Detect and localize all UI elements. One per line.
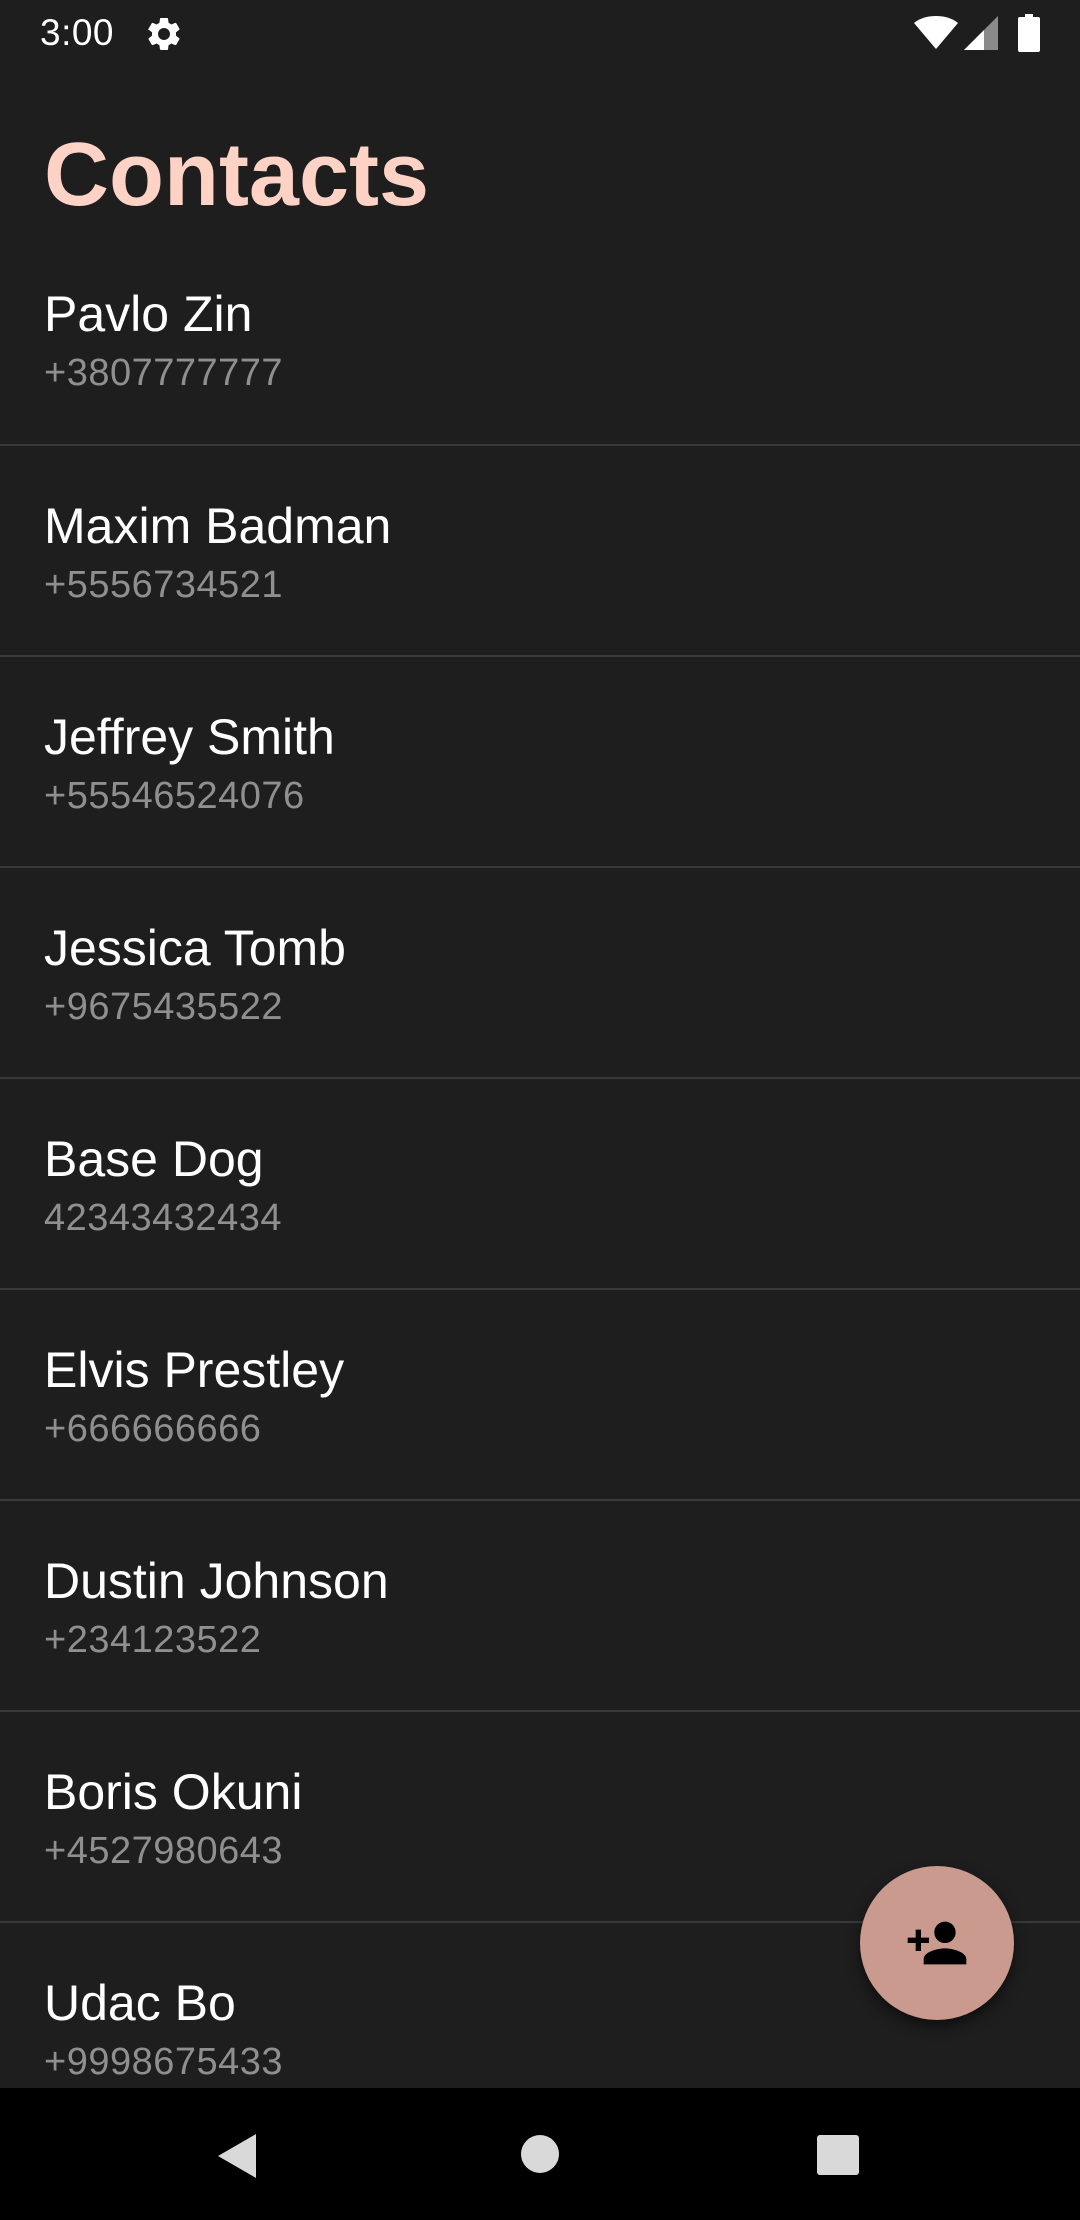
- contact-row[interactable]: Base Dog 42343432434: [0, 1079, 1080, 1290]
- contact-phone: +5556734521: [44, 564, 284, 606]
- contact-phone: +9998675433: [44, 2041, 284, 2083]
- add-contact-button[interactable]: [860, 1866, 1014, 2020]
- contact-phone: +234123522: [44, 1619, 262, 1661]
- contact-phone: +55546524076: [44, 775, 305, 817]
- contact-row[interactable]: Pavlo Zin +3807777777: [0, 270, 1080, 446]
- contact-name: Udac Bo: [44, 1975, 236, 2031]
- contact-phone: +666666666: [44, 1408, 262, 1450]
- contact-name: Maxim Badman: [44, 498, 392, 554]
- home-icon[interactable]: [520, 2134, 560, 2174]
- back-icon[interactable]: [216, 2132, 260, 2180]
- gear-icon: [144, 14, 184, 54]
- add-person-icon: [907, 1921, 967, 1965]
- contact-phone: +4527980643: [44, 1830, 284, 1872]
- contact-name: Elvis Prestley: [44, 1342, 345, 1398]
- contact-name: Jeffrey Smith: [44, 709, 335, 765]
- contact-row[interactable]: Jeffrey Smith +55546524076: [0, 657, 1080, 868]
- contact-phone: 42343432434: [44, 1197, 282, 1239]
- contact-row[interactable]: Dustin Johnson +234123522: [0, 1501, 1080, 1712]
- contact-phone: +9675435522: [44, 986, 284, 1028]
- status-time: 3:00: [40, 12, 115, 53]
- contact-row[interactable]: Jessica Tomb +9675435522: [0, 868, 1080, 1079]
- contact-row[interactable]: Maxim Badman +5556734521: [0, 446, 1080, 657]
- contact-row[interactable]: Elvis Prestley +666666666: [0, 1290, 1080, 1501]
- status-bar: 3:00: [0, 0, 1080, 66]
- recents-icon[interactable]: [816, 2134, 860, 2176]
- signal-icon: [964, 16, 998, 50]
- page-title: Contacts: [44, 125, 430, 225]
- contact-list[interactable]: Pavlo Zin +3807777777 Maxim Badman +5556…: [0, 270, 1080, 2088]
- contact-phone: +3807777777: [44, 352, 284, 394]
- contact-name: Boris Okuni: [44, 1764, 303, 1820]
- contacts-screen: 3:00 Contacts Pavlo Zin +3807777777 Maxi…: [0, 0, 1080, 2220]
- contact-name: Pavlo Zin: [44, 286, 253, 342]
- navigation-bar: [0, 2088, 1080, 2220]
- contact-name: Jessica Tomb: [44, 920, 346, 976]
- wifi-icon: [914, 16, 958, 50]
- contact-name: Dustin Johnson: [44, 1553, 389, 1609]
- battery-icon: [1018, 14, 1040, 52]
- contact-name: Base Dog: [44, 1131, 264, 1187]
